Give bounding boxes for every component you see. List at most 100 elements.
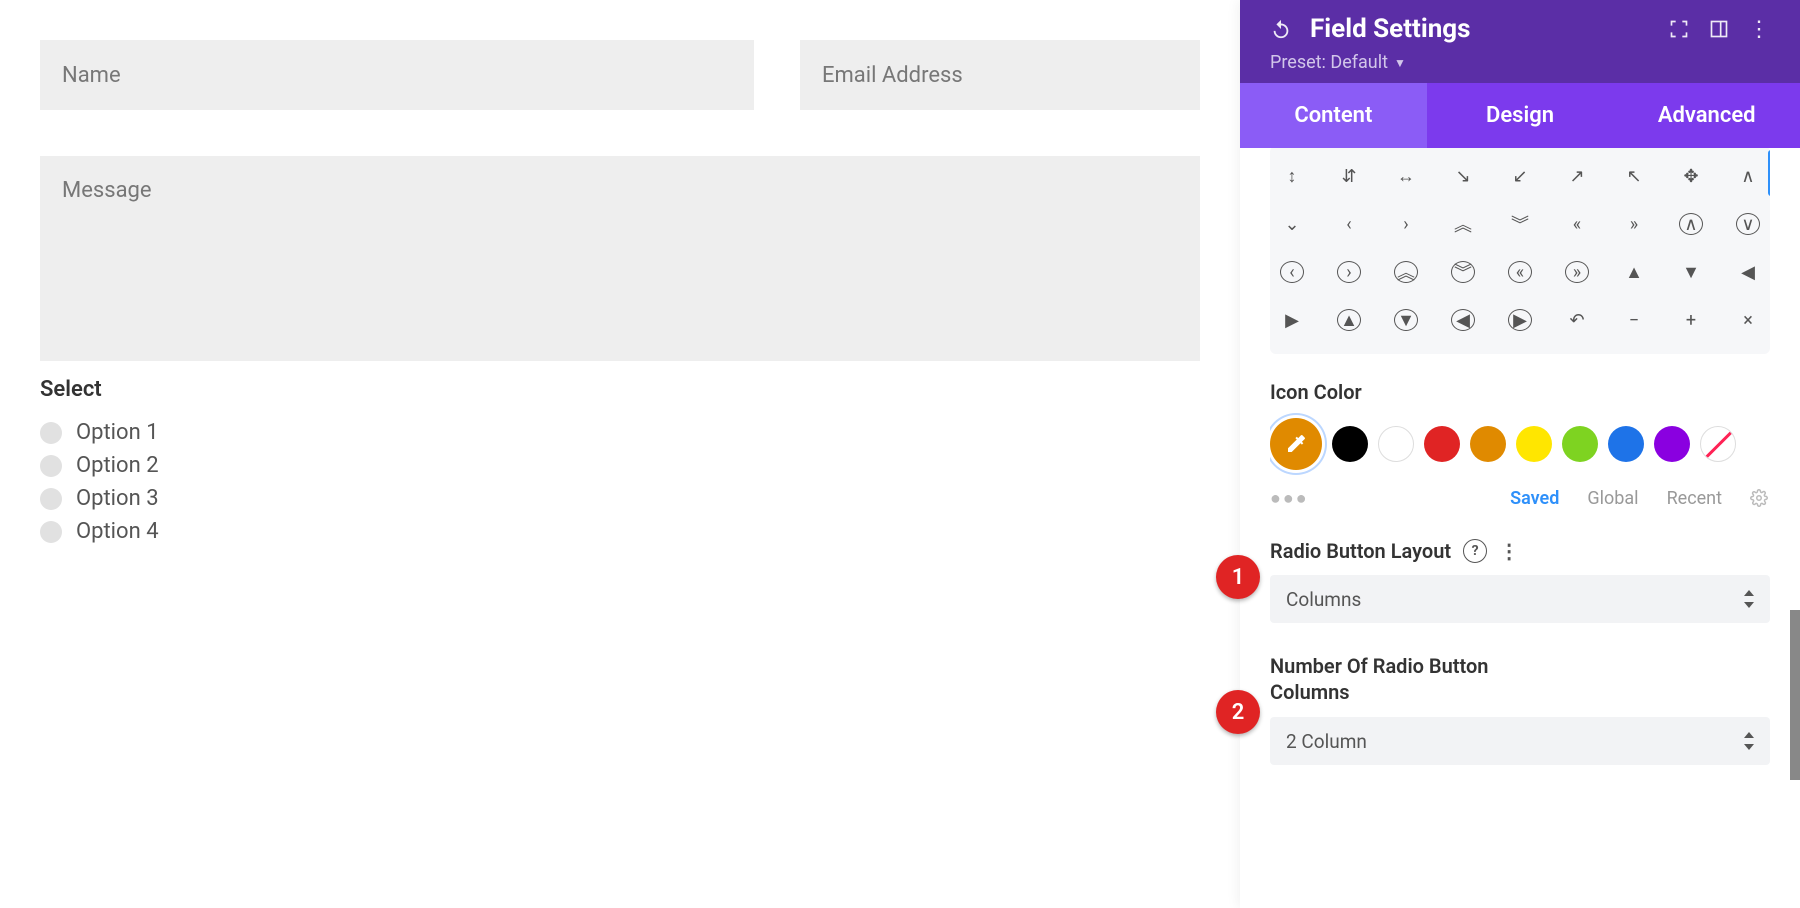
color-swatch-orange[interactable]	[1470, 426, 1506, 462]
panel-header: Field Settings ⋮ Preset: Default ▼	[1240, 0, 1800, 83]
radio-dot-icon	[40, 521, 62, 543]
icon-dbl-down[interactable]: ︾	[1508, 211, 1532, 237]
icon-circ-left[interactable]: ‹	[1280, 261, 1304, 283]
undo-icon[interactable]	[1270, 18, 1292, 40]
icon-undo[interactable]: ↶	[1565, 310, 1589, 331]
radio-columns-value: 2 Column	[1286, 730, 1367, 753]
icon-chev-right[interactable]: ›	[1394, 214, 1418, 235]
color-swatch-red[interactable]	[1424, 426, 1460, 462]
saved-link[interactable]: Saved	[1510, 488, 1559, 509]
icon-arrow-se[interactable]: ↘	[1451, 166, 1475, 187]
color-swatches	[1270, 418, 1770, 470]
icon-dbl-left[interactable]: «	[1565, 214, 1589, 235]
icon-chev-left[interactable]: ‹	[1337, 214, 1361, 235]
radio-layout-select[interactable]: Columns	[1270, 575, 1770, 623]
color-swatch-none[interactable]	[1700, 426, 1736, 462]
option-label: Option 4	[76, 519, 159, 544]
gear-icon[interactable]	[1750, 489, 1770, 509]
icon-arrow-nw[interactable]: ↖	[1622, 166, 1646, 187]
caret-down-icon: ▼	[1394, 56, 1406, 70]
icon-tri-down[interactable]: ▼	[1679, 262, 1703, 283]
radio-option[interactable]: Option 3	[40, 486, 1200, 511]
icon-swap-vertical[interactable]: ⇵	[1337, 166, 1361, 187]
help-icon[interactable]: ?	[1463, 539, 1487, 563]
panel-scrollbar-thumb[interactable]	[1790, 610, 1800, 780]
global-link[interactable]: Global	[1587, 488, 1638, 509]
icon-circ-down[interactable]: ∨	[1736, 213, 1760, 235]
name-field[interactable]: Name	[40, 40, 754, 110]
color-tabs: ●●● Saved Global Recent	[1270, 488, 1770, 509]
icon-dbl-up[interactable]: ︽	[1451, 211, 1475, 237]
icon-circ-dbl-down[interactable]: ︾	[1451, 261, 1475, 283]
kebab-icon[interactable]: ⋮	[1499, 539, 1519, 563]
icon-circ-dbl-left[interactable]: «	[1508, 261, 1532, 283]
icon-circ-tri-left[interactable]: ◀	[1451, 309, 1475, 331]
annotation-badge-2: 2	[1216, 690, 1260, 734]
icon-tri-left[interactable]: ◀	[1736, 262, 1760, 283]
radio-option[interactable]: Option 2	[40, 453, 1200, 478]
tab-design[interactable]: Design	[1427, 83, 1614, 148]
radio-layout-value: Columns	[1286, 588, 1361, 611]
icon-arrow-leftright[interactable]: ↔	[1394, 166, 1418, 187]
icon-color-label: Icon Color	[1270, 380, 1770, 404]
kebab-icon[interactable]: ⋮	[1748, 18, 1770, 40]
icon-arrow-ne[interactable]: ↗	[1565, 166, 1589, 187]
color-swatch-yellow[interactable]	[1516, 426, 1552, 462]
color-swatch-green[interactable]	[1562, 426, 1598, 462]
option-label: Option 2	[76, 453, 159, 478]
icon-close[interactable]: ×	[1736, 310, 1760, 331]
color-swatch-purple[interactable]	[1654, 426, 1690, 462]
icon-circ-up[interactable]: ∧	[1679, 213, 1703, 235]
eyedropper-swatch[interactable]	[1270, 418, 1322, 470]
recent-link[interactable]: Recent	[1667, 488, 1722, 509]
tab-advanced[interactable]: Advanced	[1613, 83, 1800, 148]
color-swatch-white[interactable]	[1378, 426, 1414, 462]
radio-dot-icon	[40, 422, 62, 444]
icon-tri-up[interactable]: ▲	[1622, 262, 1646, 283]
radio-option[interactable]: Option 4	[40, 519, 1200, 544]
icon-circ-tri-right[interactable]: ▶	[1508, 309, 1532, 331]
radio-columns-select[interactable]: 2 Column	[1270, 717, 1770, 765]
settings-panel: Field Settings ⋮ Preset: Default ▼ Conte…	[1240, 0, 1800, 908]
radio-layout-label: Radio Button Layout	[1270, 539, 1451, 563]
select-block: Select Option 1 Option 2 Option 3 Option…	[40, 377, 1200, 544]
radio-dot-icon	[40, 488, 62, 510]
layout-icon[interactable]	[1708, 18, 1730, 40]
focus-icon[interactable]	[1668, 18, 1690, 40]
icon-picker: ↕ ⇵ ↔ ↘ ↙ ↗ ↖ ✥ ∧ ⌄ ‹ › ︽ ︾ « »	[1270, 148, 1770, 354]
icon-tri-right[interactable]: ▶	[1280, 310, 1304, 331]
radio-option[interactable]: Option 1	[40, 420, 1200, 445]
email-field[interactable]: Email Address	[800, 40, 1200, 110]
icon-move[interactable]: ✥	[1679, 166, 1703, 187]
form-preview: Name Email Address Message Select Option…	[0, 0, 1240, 908]
message-field[interactable]: Message	[40, 156, 1200, 361]
icon-plus[interactable]: +	[1679, 310, 1703, 331]
panel-tabs: Content Design Advanced	[1240, 83, 1800, 148]
icon-circ-tri-up[interactable]: ▲	[1337, 309, 1361, 331]
icon-arrow-updown[interactable]: ↕	[1280, 166, 1304, 187]
annotation-badge-1: 1	[1216, 555, 1260, 599]
icon-circ-right[interactable]: ›	[1337, 261, 1361, 283]
icon-circ-tri-down[interactable]: ▼	[1394, 309, 1418, 331]
icon-circ-dbl-up[interactable]: ︽	[1394, 261, 1418, 283]
icon-chev-down[interactable]: ⌄	[1280, 214, 1304, 235]
icon-arrow-sw[interactable]: ↙	[1508, 166, 1532, 187]
panel-title: Field Settings	[1310, 14, 1650, 44]
icon-chev-up[interactable]: ∧	[1736, 166, 1760, 187]
radio-columns-label: Number Of Radio Button Columns	[1270, 653, 1530, 705]
preset-dropdown[interactable]: Preset: Default ▼	[1270, 52, 1770, 73]
color-swatch-blue[interactable]	[1608, 426, 1644, 462]
radio-dot-icon	[40, 455, 62, 477]
tab-content[interactable]: Content	[1240, 83, 1427, 148]
select-label: Select	[40, 377, 1200, 402]
icon-dbl-right[interactable]: »	[1622, 214, 1646, 235]
color-swatch-black[interactable]	[1332, 426, 1368, 462]
icon-minus[interactable]: −	[1622, 310, 1646, 331]
option-label: Option 1	[76, 420, 159, 445]
option-label: Option 3	[76, 486, 159, 511]
icon-picker-scroll-thumb[interactable]	[1768, 150, 1770, 196]
more-dots-icon[interactable]: ●●●	[1270, 488, 1482, 509]
preset-label: Preset: Default	[1270, 52, 1388, 73]
icon-circ-dbl-right[interactable]: »	[1565, 261, 1589, 283]
panel-body: ↕ ⇵ ↔ ↘ ↙ ↗ ↖ ✥ ∧ ⌄ ‹ › ︽ ︾ « »	[1240, 148, 1800, 908]
